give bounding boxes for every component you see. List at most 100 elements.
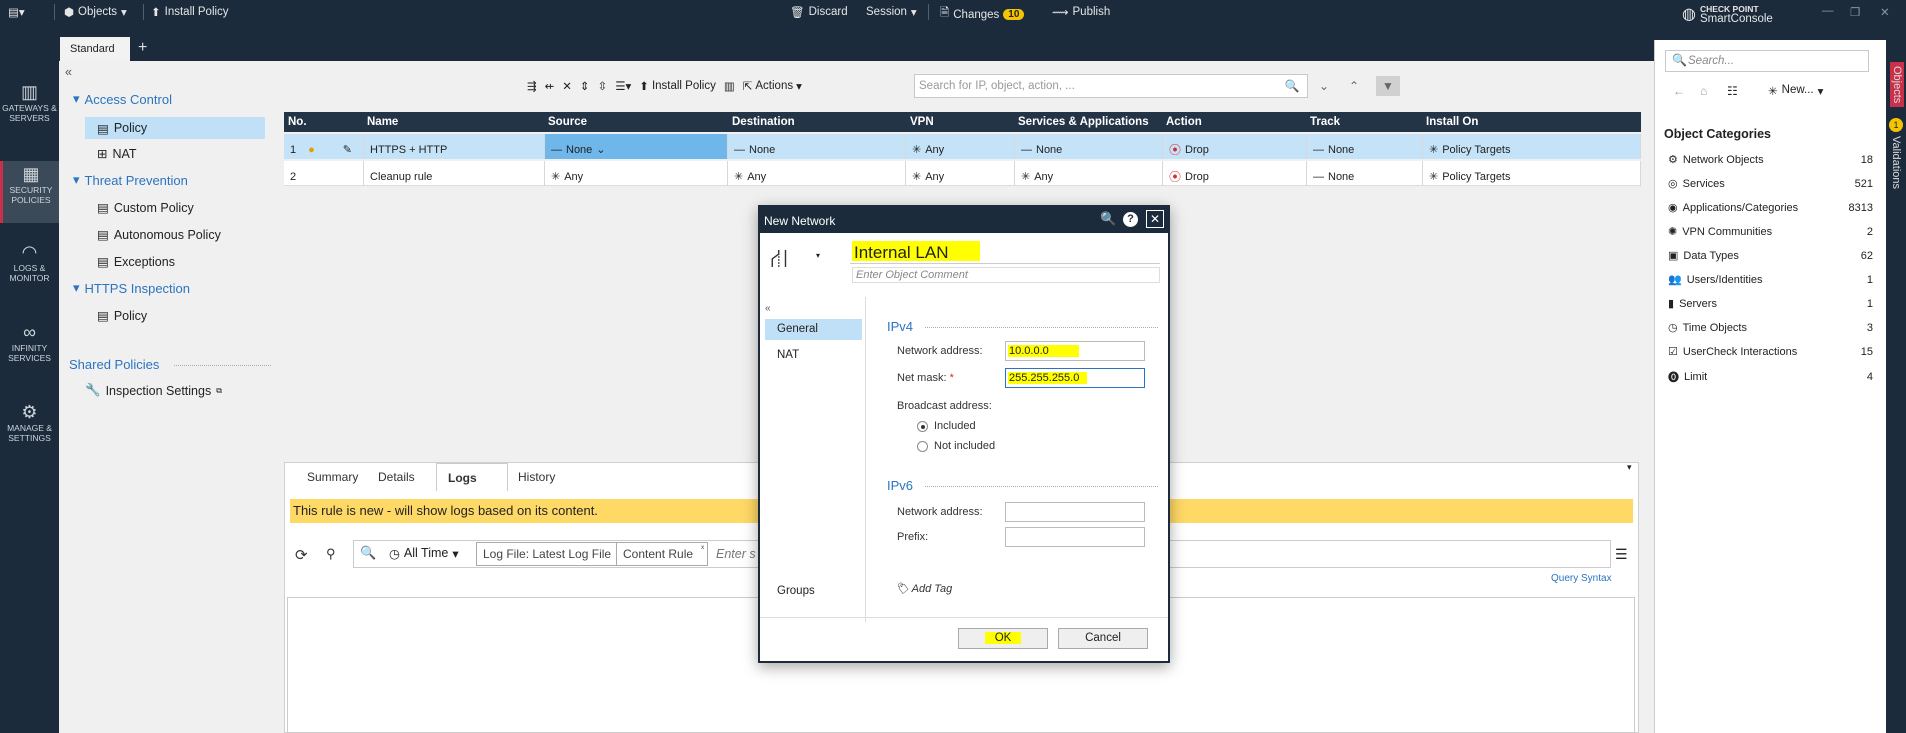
nav-infinity[interactable]: ∞ INFINITY SERVICES bbox=[0, 321, 59, 363]
add-tab-button[interactable]: + bbox=[138, 39, 147, 57]
install-policy-button[interactable]: ⬆ Install Policy bbox=[151, 5, 229, 19]
changes-button[interactable]: 🗎 Changes 10 bbox=[940, 5, 1025, 24]
tab-standard[interactable]: Standard bbox=[60, 37, 130, 61]
log-query-input[interactable]: Enter s bbox=[716, 547, 756, 561]
category-usercheck[interactable]: ☑ UserCheck Interactions 15 bbox=[1668, 345, 1873, 359]
help-icon[interactable]: ? bbox=[1123, 212, 1138, 227]
tree-autonomous-policy[interactable]: ▤ Autonomous Policy bbox=[97, 227, 221, 243]
close-icon[interactable]: ˣ bbox=[701, 543, 704, 553]
close-icon[interactable]: ✕ bbox=[1146, 210, 1164, 228]
tree-https-policy[interactable]: ▤ Policy bbox=[97, 308, 147, 324]
validations-strip-tab[interactable]: Validations bbox=[1890, 136, 1902, 189]
back-icon[interactable]: ← bbox=[1673, 84, 1685, 98]
collapse-button[interactable]: ⇳ bbox=[598, 79, 608, 93]
chevron-down-icon[interactable]: ▾ bbox=[816, 251, 820, 260]
objects-strip-tab[interactable]: Objects bbox=[1890, 62, 1904, 108]
vpn-cell[interactable]: ✳ Any bbox=[906, 161, 1015, 186]
object-name-input[interactable]: Internal LAN bbox=[852, 241, 980, 262]
install-on-cell[interactable]: ✳ Policy Targets bbox=[1423, 134, 1641, 159]
category-time-objects[interactable]: ◷ Time Objects 3 bbox=[1668, 321, 1873, 335]
minimize-button[interactable]: — bbox=[1822, 5, 1834, 17]
chevron-down-icon[interactable]: ⌄ bbox=[1312, 76, 1336, 96]
list-view-icon[interactable]: ☷ bbox=[1727, 84, 1738, 98]
tree-shared-policies[interactable]: Shared Policies bbox=[69, 357, 159, 372]
delete-rule-button[interactable]: ✕ bbox=[562, 79, 572, 93]
search-icon[interactable]: 🔍 bbox=[360, 545, 376, 561]
install-policy-toolbar-button[interactable]: ⬆ Install Policy bbox=[639, 79, 716, 93]
destination-cell[interactable]: ✳ Any bbox=[728, 161, 906, 186]
tree-nat[interactable]: ⊞ NAT bbox=[97, 146, 137, 162]
add-tag-button[interactable]: 🏷 Add Tag bbox=[895, 582, 952, 595]
services-cell[interactable]: — None bbox=[1015, 134, 1163, 159]
rule-search-input[interactable]: Search for IP, object, action, ... bbox=[914, 74, 1308, 98]
ipv6-address-input[interactable] bbox=[1005, 502, 1145, 522]
cancel-button[interactable]: Cancel bbox=[1058, 628, 1148, 649]
services-cell[interactable]: ✳ Any bbox=[1015, 161, 1163, 186]
actions-menu[interactable]: ⇱ Actions ▾ bbox=[743, 79, 802, 93]
network-object-icon[interactable]: ⛙ bbox=[770, 243, 788, 278]
collapse-nav-button[interactable]: « bbox=[765, 303, 771, 314]
source-cell[interactable]: — None ⌄ bbox=[545, 134, 728, 159]
maximize-button[interactable]: ❐ bbox=[1850, 5, 1860, 19]
content-rule-chip[interactable]: Content Rule ˣ bbox=[616, 542, 709, 566]
nav-gateways[interactable]: ▥ GATEWAYS & SERVERS bbox=[0, 81, 59, 123]
category-applications[interactable]: ◉ Applications/Categories 8313 bbox=[1668, 201, 1873, 215]
category-services[interactable]: ◎ Services 521 bbox=[1668, 177, 1873, 191]
add-rule-below-button[interactable]: ⇷ bbox=[545, 79, 555, 93]
search-icon[interactable]: 🔍 bbox=[1100, 211, 1116, 227]
category-servers[interactable]: ▮ Servers 1 bbox=[1668, 297, 1873, 311]
netmask-input[interactable]: 255.255.255.0 bbox=[1005, 368, 1145, 388]
category-vpn-communities[interactable]: ✺ VPN Communities 2 bbox=[1668, 225, 1873, 239]
tab-details[interactable]: Details bbox=[378, 470, 415, 484]
query-options-icon[interactable]: ⚲ bbox=[326, 546, 336, 562]
table-row[interactable]: 1 ● ✎ HTTPS + HTTP — None ⌄ — None ✳ Any — None… bbox=[284, 134, 1641, 159]
chevron-up-icon[interactable]: ⌃ bbox=[1342, 76, 1366, 96]
add-rule-above-button[interactable]: ⇶ bbox=[527, 79, 537, 93]
install-on-cell[interactable]: ✳ Policy Targets bbox=[1423, 161, 1641, 186]
category-users[interactable]: 👥 Users/Identities 1 bbox=[1668, 273, 1873, 287]
nav-security-policies[interactable]: ▦ SECURITY POLICIES bbox=[0, 161, 59, 223]
tree-access-control[interactable]: ▾ Access Control bbox=[73, 91, 172, 107]
tab-history[interactable]: History bbox=[518, 470, 555, 484]
network-address-input[interactable]: 10.0.0.0 bbox=[1005, 341, 1145, 361]
search-icon[interactable]: 🔍 bbox=[1280, 76, 1304, 96]
log-file-chip[interactable]: Log File: Latest Log File bbox=[476, 542, 619, 566]
track-cell[interactable]: — None bbox=[1307, 134, 1423, 159]
prefix-input[interactable] bbox=[1005, 527, 1145, 547]
category-limit[interactable]: ⓿ Limit 4 bbox=[1668, 369, 1873, 385]
collapse-panel-icon[interactable]: ▾ bbox=[1627, 462, 1632, 473]
tab-summary[interactable]: Summary bbox=[307, 470, 358, 484]
tree-custom-policy[interactable]: ▤ Custom Policy bbox=[97, 200, 194, 216]
publish-button[interactable]: ⟿ Publish bbox=[1052, 5, 1110, 19]
radio-included[interactable]: Included bbox=[917, 420, 976, 432]
dialog-nav-nat[interactable]: NAT bbox=[777, 349, 799, 361]
table-row[interactable]: 2 Cleanup rule ✳ Any ✳ Any ✳ Any ✳ Any ⦿ Drop… bbox=[284, 161, 1641, 186]
tab-logs[interactable]: Logs bbox=[436, 463, 508, 491]
ok-button[interactable]: OK bbox=[958, 628, 1048, 649]
dialog-nav-groups[interactable]: Groups bbox=[777, 585, 815, 597]
source-cell[interactable]: ✳ Any bbox=[545, 161, 728, 186]
destination-cell[interactable]: — None bbox=[728, 134, 906, 159]
tree-https-inspection[interactable]: ▾ HTTPS Inspection bbox=[73, 280, 190, 296]
time-range-dropdown[interactable]: ◷ All Time ▾ bbox=[389, 546, 459, 561]
section-menu-button[interactable]: ☰▾ bbox=[615, 79, 631, 93]
tree-threat-prevention[interactable]: ▾ Threat Prevention bbox=[73, 172, 188, 188]
collapse-tree-button[interactable]: « bbox=[65, 65, 72, 79]
category-network-objects[interactable]: ⚙ Network Objects 18 bbox=[1668, 153, 1873, 167]
vpn-cell[interactable]: ✳ Any bbox=[906, 134, 1015, 159]
new-object-button[interactable]: ✳ New... ▾ bbox=[1768, 84, 1823, 98]
dialog-nav-general[interactable]: General bbox=[765, 319, 862, 340]
category-data-types[interactable]: ▣ Data Types 62 bbox=[1668, 249, 1873, 263]
hamburger-icon[interactable]: ☰ bbox=[1615, 546, 1628, 563]
home-icon[interactable]: ⌂ bbox=[1700, 84, 1707, 98]
discard-button[interactable]: 🗑 Discard bbox=[790, 5, 848, 19]
radio-not-included[interactable]: Not included bbox=[917, 440, 995, 452]
object-search-input[interactable]: Search... bbox=[1665, 50, 1869, 72]
session-menu[interactable]: Session ▾ bbox=[866, 5, 917, 19]
nav-logs[interactable]: ◠ LOGS & MONITOR bbox=[0, 241, 59, 283]
filter-icon[interactable]: ▼ bbox=[1376, 76, 1400, 96]
action-cell[interactable]: ⦿ Drop bbox=[1163, 161, 1307, 186]
objects-menu[interactable]: ⬢ Objects ▾ bbox=[64, 5, 127, 19]
close-window-button[interactable]: ✕ bbox=[1880, 5, 1890, 19]
expand-button[interactable]: ⇕ bbox=[580, 79, 590, 93]
